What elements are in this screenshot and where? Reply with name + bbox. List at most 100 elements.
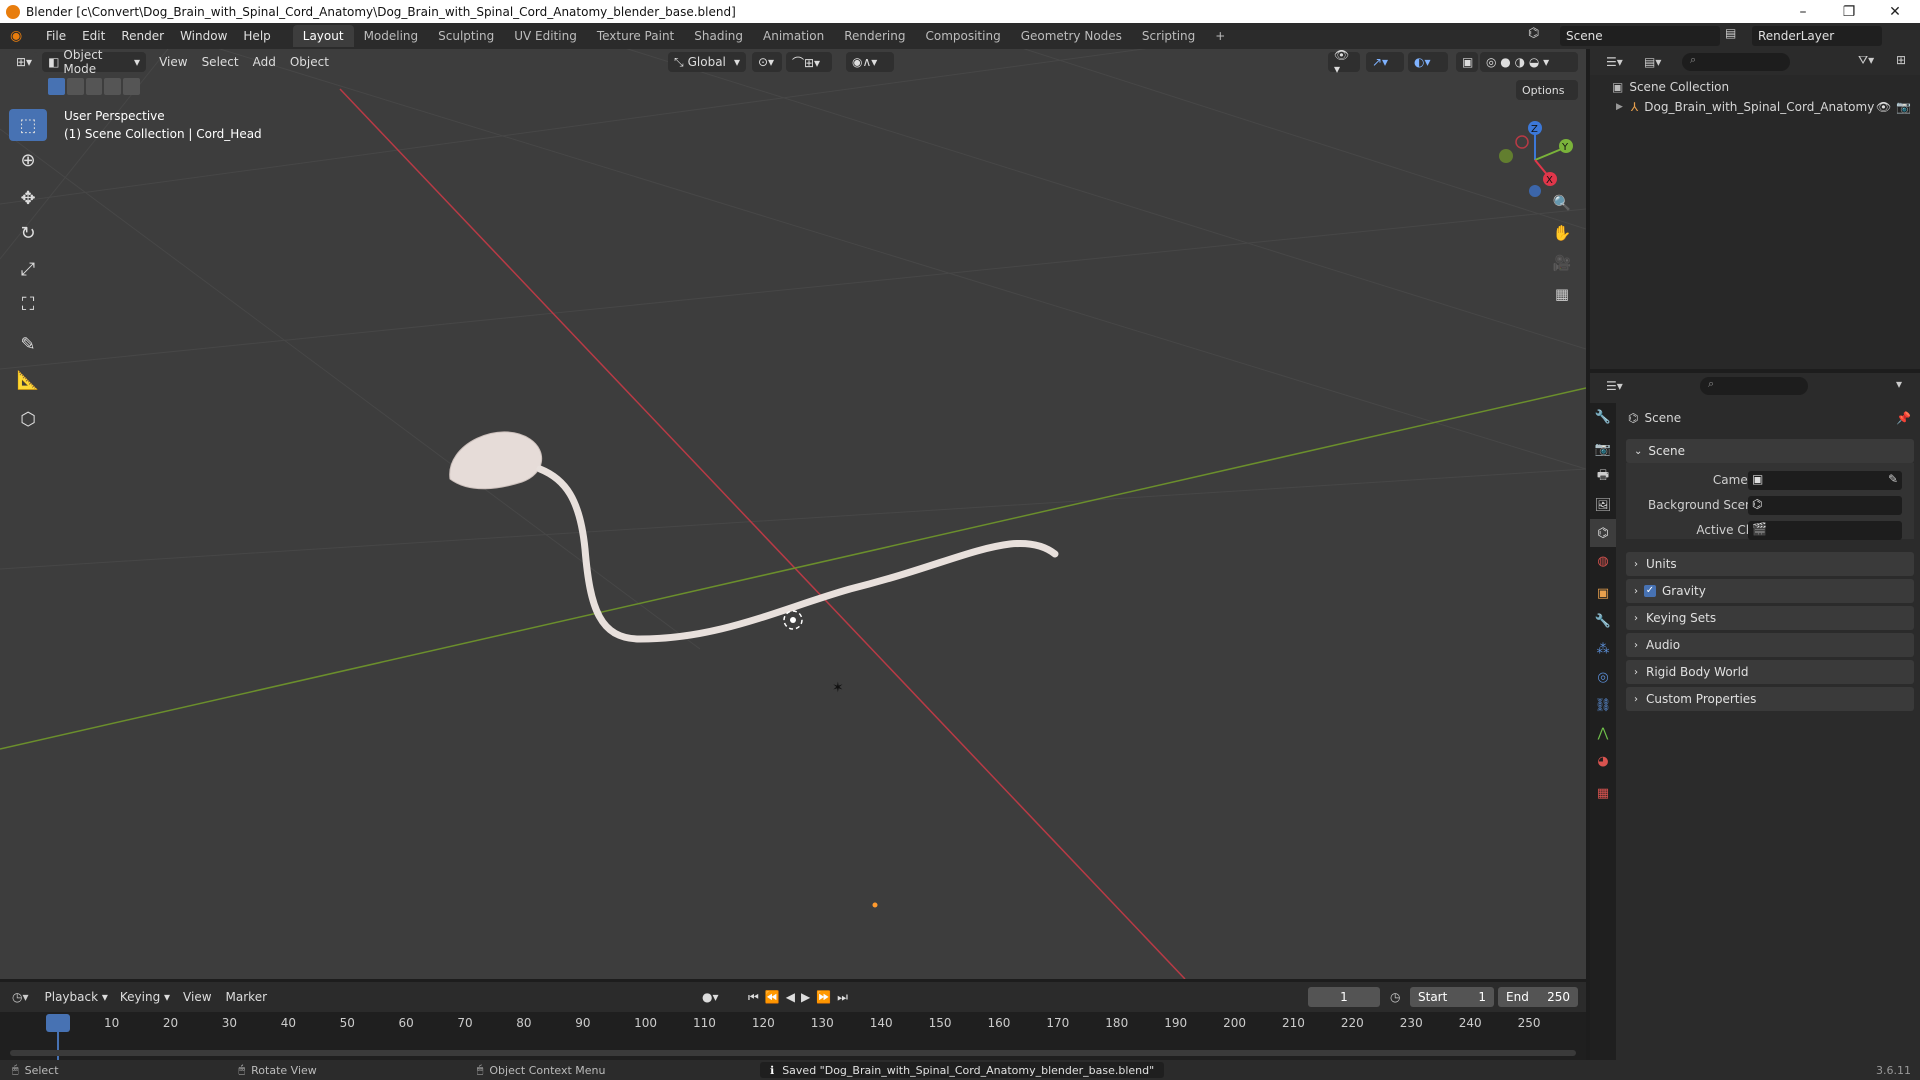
properties-search-input[interactable]: ⌕ <box>1700 377 1808 395</box>
preview-range-icon[interactable]: ◷ <box>1390 990 1400 1004</box>
tab-scripting[interactable]: Scripting <box>1132 25 1205 47</box>
gravity-checkbox[interactable]: ✓ <box>1644 585 1656 597</box>
camera-view-icon[interactable]: 🎥 <box>1548 249 1576 277</box>
menu-window[interactable]: Window <box>172 29 235 43</box>
empty-object-marker[interactable]: ✶ <box>832 680 844 696</box>
select-new-icon[interactable] <box>48 78 65 95</box>
outliner-search-input[interactable]: ⌕ <box>1682 53 1790 71</box>
data-tab-icon[interactable]: ⋀ <box>1590 719 1616 747</box>
rotate-tool[interactable]: ↻ <box>9 217 47 249</box>
tab-compositing[interactable]: Compositing <box>915 25 1010 47</box>
tab-uv-editing[interactable]: UV Editing <box>504 25 587 47</box>
gizmo-toggle-icon[interactable]: ↗▾ <box>1366 52 1404 72</box>
select-extend-icon[interactable] <box>66 78 84 95</box>
eyedropper-icon[interactable]: ✎ <box>1888 472 1898 486</box>
shading-mode-icons[interactable]: ◎ ● ◑ ◒ ▾ <box>1480 52 1578 72</box>
modifier-tab-icon[interactable]: 🔧 <box>1590 607 1616 635</box>
render-camera-icon[interactable]: 📷 <box>1896 100 1911 114</box>
select-box-tool[interactable]: ⬚ <box>9 109 47 141</box>
keying-menu[interactable]: Keying ▾ <box>114 987 176 1007</box>
physics-tab-icon[interactable]: ◎ <box>1590 663 1616 691</box>
add-workspace-button[interactable]: + <box>1205 25 1235 47</box>
pin-icon[interactable]: 📌 <box>1896 411 1911 425</box>
properties-panel[interactable]: ☰▾ ⌕ ▾ 🔧 📷 🖶 🖼 ⌬ ◍ ▣ 🔧 ⁂ ◎ ⛓ ⋀ ◕ ▦ ⌬ Sce… <box>1590 373 1920 1061</box>
menu-edit[interactable]: Edit <box>74 29 113 43</box>
filter-icon[interactable]: ⛛▾ <box>1858 53 1874 68</box>
object-tab-icon[interactable]: ▣ <box>1590 579 1616 607</box>
tab-shading[interactable]: Shading <box>684 25 753 47</box>
annotate-tool[interactable]: ✎ <box>9 328 47 360</box>
units-panel-header[interactable]: › Units <box>1626 552 1914 576</box>
new-collection-icon[interactable]: ⊞ <box>1896 53 1906 67</box>
chevron-down-icon[interactable]: ▾ <box>1896 377 1902 391</box>
keying-sets-panel-header[interactable]: › Keying Sets <box>1626 606 1914 630</box>
overlay-toggle-icon[interactable]: ◐▾ <box>1408 52 1448 72</box>
3d-viewport[interactable]: ✶ ⊞▾ ◧ Object Mode ▾ View Select Add Obj… <box>0 49 1586 979</box>
transform-tool[interactable]: ⛶ <box>9 288 47 320</box>
active-clip-field[interactable]: 🎬 <box>1748 521 1902 540</box>
tab-animation[interactable]: Animation <box>753 25 834 47</box>
close-button[interactable]: ✕ <box>1872 0 1918 23</box>
tab-texture-paint[interactable]: Texture Paint <box>587 25 684 47</box>
tab-modeling[interactable]: Modeling <box>354 25 429 47</box>
scale-tool[interactable]: ⤢ <box>9 253 47 285</box>
maximize-button[interactable]: ❐ <box>1826 0 1872 23</box>
display-mode-icon[interactable]: ▤▾ <box>1638 52 1667 72</box>
select-invert-icon[interactable] <box>104 78 122 95</box>
particles-tab-icon[interactable]: ⁂ <box>1590 635 1616 663</box>
tool-tab-icon[interactable]: 🔧 <box>1590 403 1616 431</box>
record-icon[interactable]: ●▾ <box>702 990 719 1004</box>
menu-add[interactable]: Add <box>246 55 283 69</box>
visibility-icon[interactable]: 👁▾ <box>1328 49 1360 76</box>
menu-file[interactable]: File <box>38 29 74 43</box>
blender-menu-icon[interactable]: ◉ <box>10 28 32 44</box>
scene-icon[interactable]: ⌬ <box>1528 26 1556 46</box>
end-frame-field[interactable]: End 250 <box>1498 987 1578 1007</box>
playback-menu[interactable]: Playback ▾ <box>39 987 114 1007</box>
renderlayer-selector[interactable]: RenderLayer <box>1752 26 1882 46</box>
tab-layout[interactable]: Layout <box>292 25 354 47</box>
orientation-dropdown[interactable]: ⤡ Global ▾ <box>668 52 746 72</box>
pan-hand-icon[interactable]: ✋ <box>1548 219 1576 247</box>
light-origin-dot[interactable] <box>872 902 878 908</box>
outliner-row-scene-collection[interactable]: ▣ Scene Collection <box>1590 77 1920 97</box>
playback-controls-icons[interactable]: ⏮⏪◀▶⏩⏭ <box>748 990 854 1005</box>
perspective-grid-icon[interactable]: ▦ <box>1548 280 1576 308</box>
background-scene-field[interactable]: ⌬ <box>1748 496 1902 515</box>
menu-render[interactable]: Render <box>113 29 172 43</box>
menu-view[interactable]: View <box>152 55 194 69</box>
select-subtract-icon[interactable] <box>85 78 103 95</box>
tab-rendering[interactable]: Rendering <box>834 25 915 47</box>
menu-help[interactable]: Help <box>235 29 278 43</box>
material-tab-icon[interactable]: ◕ <box>1590 747 1616 775</box>
start-frame-field[interactable]: Start 1 <box>1410 987 1494 1007</box>
outliner-panel[interactable]: ☰▾ ▤▾ ⌕ ⛛▾ ⊞ ▣ Scene Collection ▶ ⅄ Dog_… <box>1590 49 1920 369</box>
constraints-tab-icon[interactable]: ⛓ <box>1590 691 1616 719</box>
menu-object[interactable]: Object <box>283 55 336 69</box>
minimize-button[interactable]: – <box>1780 0 1826 23</box>
audio-panel-header[interactable]: › Audio <box>1626 633 1914 657</box>
timeline-editor-icon[interactable]: ◷▾ <box>12 990 29 1004</box>
playhead[interactable] <box>46 1014 70 1032</box>
texture-tab-icon[interactable]: ▦ <box>1590 779 1616 807</box>
pivot-icon[interactable]: ⊙▾ <box>752 52 782 72</box>
dog-brain-model[interactable] <box>449 431 1059 643</box>
world-tab-icon[interactable]: ◍ <box>1590 547 1616 575</box>
outliner-editor-icon[interactable]: ☰▾ <box>1600 52 1629 72</box>
timeline-view-menu[interactable]: View <box>176 990 218 1004</box>
scene-panel-header[interactable]: ⌄ Scene <box>1626 439 1914 463</box>
timeline-editor[interactable]: ◷▾ Playback ▾ Keying ▾ View Marker ●▾ ⏮⏪… <box>0 982 1586 1060</box>
timeline-scrollbar[interactable] <box>10 1050 1576 1056</box>
select-intersect-icon[interactable] <box>123 78 140 95</box>
current-frame-field[interactable]: 1 <box>1308 987 1380 1007</box>
editor-type-icon[interactable]: ⊞▾ <box>10 52 39 72</box>
marker-menu[interactable]: Marker <box>219 990 274 1004</box>
add-cube-tool[interactable]: ⬡ <box>9 403 47 435</box>
expand-arrow-icon[interactable]: ▶ <box>1616 102 1623 112</box>
tab-geometry-nodes[interactable]: Geometry Nodes <box>1011 25 1132 47</box>
outliner-row-object[interactable]: ▶ ⅄ Dog_Brain_with_Spinal_Cord_Anatomy 👁… <box>1590 97 1920 117</box>
mode-dropdown[interactable]: ◧ Object Mode ▾ <box>42 49 147 76</box>
cursor-tool[interactable]: ⊕ <box>9 144 47 176</box>
camera-field[interactable]: ▣ ✎ <box>1748 471 1902 490</box>
render-tab-icon[interactable]: 📷 <box>1590 435 1616 463</box>
